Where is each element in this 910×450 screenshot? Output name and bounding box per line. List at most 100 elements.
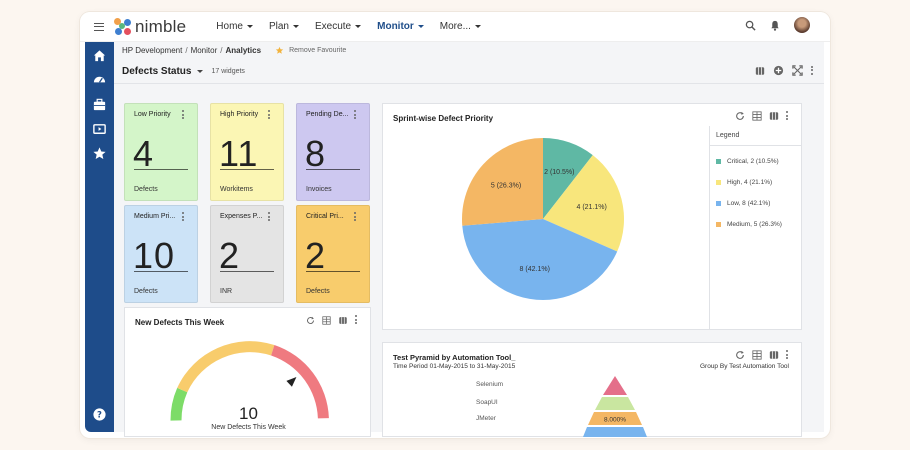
chevron-down-icon <box>355 25 362 28</box>
nav-home-label: Home <box>216 21 243 32</box>
more-options-icon[interactable] <box>268 110 271 120</box>
more-options-icon[interactable] <box>268 212 271 222</box>
pyramid-level-base <box>583 427 647 437</box>
remove-favourite-label: Remove Favourite <box>289 47 347 54</box>
gauge-value: 10 <box>239 404 258 423</box>
breadcrumb-item[interactable]: Monitor <box>191 46 218 55</box>
table-view-icon[interactable] <box>752 111 762 121</box>
legend-swatch <box>716 201 721 206</box>
gauge-band-yellow <box>177 341 275 393</box>
tile-critical-priority[interactable]: Critical Pri... 2 Defects <box>296 205 370 303</box>
nav-home[interactable]: Home <box>216 21 253 32</box>
refresh-icon[interactable] <box>735 111 745 121</box>
dashboard-header: Defects Status 17 widgets <box>114 60 824 84</box>
nav-monitor[interactable]: Monitor <box>377 21 424 32</box>
pyramid-level-value: 8.000% <box>604 417 626 424</box>
pie-data-label: 5 (26.3%) <box>491 182 521 189</box>
hamburger-menu-icon[interactable] <box>94 22 104 31</box>
avatar[interactable] <box>794 17 810 33</box>
pyramid-chart: 8.000% <box>583 376 647 437</box>
more-options-icon[interactable] <box>182 110 185 120</box>
more-options-icon[interactable] <box>182 212 185 222</box>
dashboard-title[interactable]: Defects Status <box>122 66 191 77</box>
tile-unit: Defects <box>134 288 158 295</box>
more-options-icon[interactable] <box>354 110 357 120</box>
legend-label: Medium, 5 (26.3%) <box>727 221 782 228</box>
legend-item[interactable]: Critical, 2 (10.5%) <box>716 158 801 165</box>
search-icon[interactable] <box>745 20 756 31</box>
breadcrumb-current: Analytics <box>225 46 262 55</box>
remove-favourite-button[interactable]: Remove Favourite <box>275 46 346 55</box>
logo-text: nimble <box>135 16 187 36</box>
legend-item[interactable]: High, 4 (21.1%) <box>716 179 801 186</box>
legend-title: Legend <box>710 126 801 146</box>
svg-text:?: ? <box>97 410 102 420</box>
tile-low-priority[interactable]: Low Priority 4 Defects <box>124 103 198 201</box>
tile-divider <box>220 169 274 170</box>
tile-unit: INR <box>220 288 233 295</box>
nav-execute-label: Execute <box>314 21 352 32</box>
more-options-icon[interactable] <box>811 65 814 76</box>
legend-item[interactable]: Low, 8 (42.1%) <box>716 200 801 207</box>
bell-icon[interactable] <box>770 20 780 31</box>
legend: Legend Critical, 2 (10.5%) High, 4 (21.1… <box>709 126 801 330</box>
sidebar: ? <box>85 42 114 432</box>
legend-swatch <box>716 180 721 185</box>
tile-high-priority[interactable]: High Priority 11 Workitems <box>210 103 284 201</box>
legend-label: Critical, 2 (10.5%) <box>727 158 779 165</box>
legend-swatch <box>716 159 721 164</box>
breadcrumb: HP Development / Monitor / Analytics Rem… <box>122 46 346 55</box>
pie-chart: 2 (10.5%) 4 (21.1%) 8 (42.1%) 5 (26.3%) <box>462 138 624 300</box>
breadcrumb-item[interactable]: HP Development <box>122 46 182 55</box>
top-navbar: nimble Home Plan Execute Monitor More... <box>80 12 830 42</box>
presentation-icon[interactable] <box>92 122 107 137</box>
columns-icon[interactable] <box>769 111 779 121</box>
tile-label: Pending De... <box>306 111 349 118</box>
chevron-down-icon <box>292 25 299 28</box>
tile-expenses[interactable]: Expenses P... 2 INR <box>210 205 284 303</box>
tile-label: Expenses P... <box>220 213 263 220</box>
briefcase-icon[interactable] <box>92 97 107 112</box>
panel-actions <box>735 111 789 121</box>
tile-pending-defects[interactable]: Pending De... 8 Invoices <box>296 103 370 201</box>
chevron-down-icon <box>474 25 481 28</box>
tile-label: Medium Pri... <box>134 213 176 220</box>
tile-unit: Workitems <box>220 186 253 193</box>
tile-unit: Defects <box>134 186 158 193</box>
pyramid-panel: Test Pyramid by Automation Tool_ Time Pe… <box>382 342 802 437</box>
pyramid-level-selenium <box>603 376 627 395</box>
add-widget-icon[interactable] <box>773 65 784 76</box>
legend-item[interactable]: Medium, 5 (26.3%) <box>716 221 801 228</box>
more-options-icon[interactable] <box>786 111 789 121</box>
nav-more-label: More... <box>439 21 471 32</box>
chevron-down-icon[interactable] <box>197 70 204 73</box>
fullscreen-icon[interactable] <box>792 65 803 76</box>
nav-more[interactable]: More... <box>440 21 481 32</box>
star-icon[interactable] <box>92 146 107 161</box>
dashboard-gauge-icon[interactable] <box>92 72 107 87</box>
gauge-panel: New Defects This Week . 10 New Defects T… <box>124 307 371 437</box>
nav-execute[interactable]: Execute <box>314 21 362 32</box>
tile-divider <box>220 271 274 272</box>
pyramid-level-soapui <box>595 397 635 410</box>
legend-label: High, 4 (21.1%) <box>727 179 773 186</box>
legend-swatch <box>716 222 721 227</box>
help-icon[interactable]: ? <box>92 407 107 422</box>
pie-data-label: 8 (42.1%) <box>520 266 550 273</box>
tile-label: Critical Pri... <box>306 213 344 220</box>
logo[interactable]: nimble <box>114 17 186 37</box>
tile-divider <box>134 271 188 272</box>
star-icon <box>275 46 284 54</box>
chevron-down-icon <box>417 25 424 28</box>
more-options-icon[interactable] <box>354 212 357 222</box>
nav-plan[interactable]: Plan <box>269 21 299 32</box>
legend-label: Low, 8 (42.1%) <box>727 200 771 207</box>
columns-icon[interactable] <box>755 66 765 76</box>
tile-unit: Defects <box>306 288 330 295</box>
tile-label: High Priority <box>220 111 259 118</box>
pie-data-label: 2 (10.5%) <box>544 169 574 176</box>
tile-unit: Invoices <box>306 186 332 193</box>
gauge-caption: New Defects This Week <box>211 424 286 431</box>
home-icon[interactable] <box>92 48 107 63</box>
tile-medium-priority[interactable]: Medium Pri... 10 Defects <box>124 205 198 303</box>
